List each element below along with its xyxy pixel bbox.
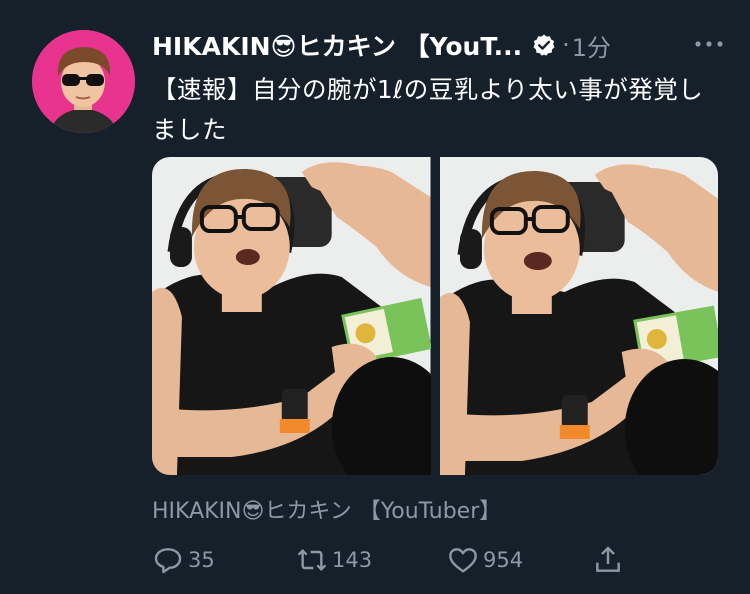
share-icon xyxy=(596,546,620,572)
heart-icon xyxy=(449,548,477,573)
retweet-button[interactable]: 143 xyxy=(296,540,372,580)
reply-icon xyxy=(154,548,182,574)
media-photo[interactable] xyxy=(439,157,718,475)
photo-image xyxy=(152,157,431,475)
tweet-header: HIKAKIN😎ヒカキン 【YouT... · 1分 xyxy=(152,24,727,66)
separator-dot: · xyxy=(562,31,570,59)
avatar-photo xyxy=(32,30,135,133)
share-button[interactable] xyxy=(592,540,628,580)
retweet-count: 143 xyxy=(332,548,373,572)
reply-button[interactable]: 35 xyxy=(152,540,215,580)
verified-badge-icon xyxy=(533,34,555,56)
author-name[interactable]: HIKAKIN😎ヒカキン 【YouT... xyxy=(152,27,522,63)
like-button[interactable]: 954 xyxy=(447,540,523,580)
retweet-icon xyxy=(297,548,327,572)
action-bar: 35 143 954 xyxy=(152,540,632,580)
like-count: 954 xyxy=(483,548,524,572)
more-options-icon[interactable] xyxy=(691,32,727,56)
media-attribution[interactable]: HIKAKIN😎ヒカキン 【YouTuber】 xyxy=(152,492,501,526)
tweet-media[interactable] xyxy=(152,157,718,475)
tweet-text: 【速報】自分の腕が1ℓの豆乳より太い事が発覚しました xyxy=(152,75,704,144)
avatar[interactable] xyxy=(32,30,135,133)
photo-image xyxy=(439,157,718,475)
tweet-time[interactable]: 1分 xyxy=(572,28,611,63)
reply-count: 35 xyxy=(188,548,215,572)
media-photo[interactable] xyxy=(152,157,431,475)
